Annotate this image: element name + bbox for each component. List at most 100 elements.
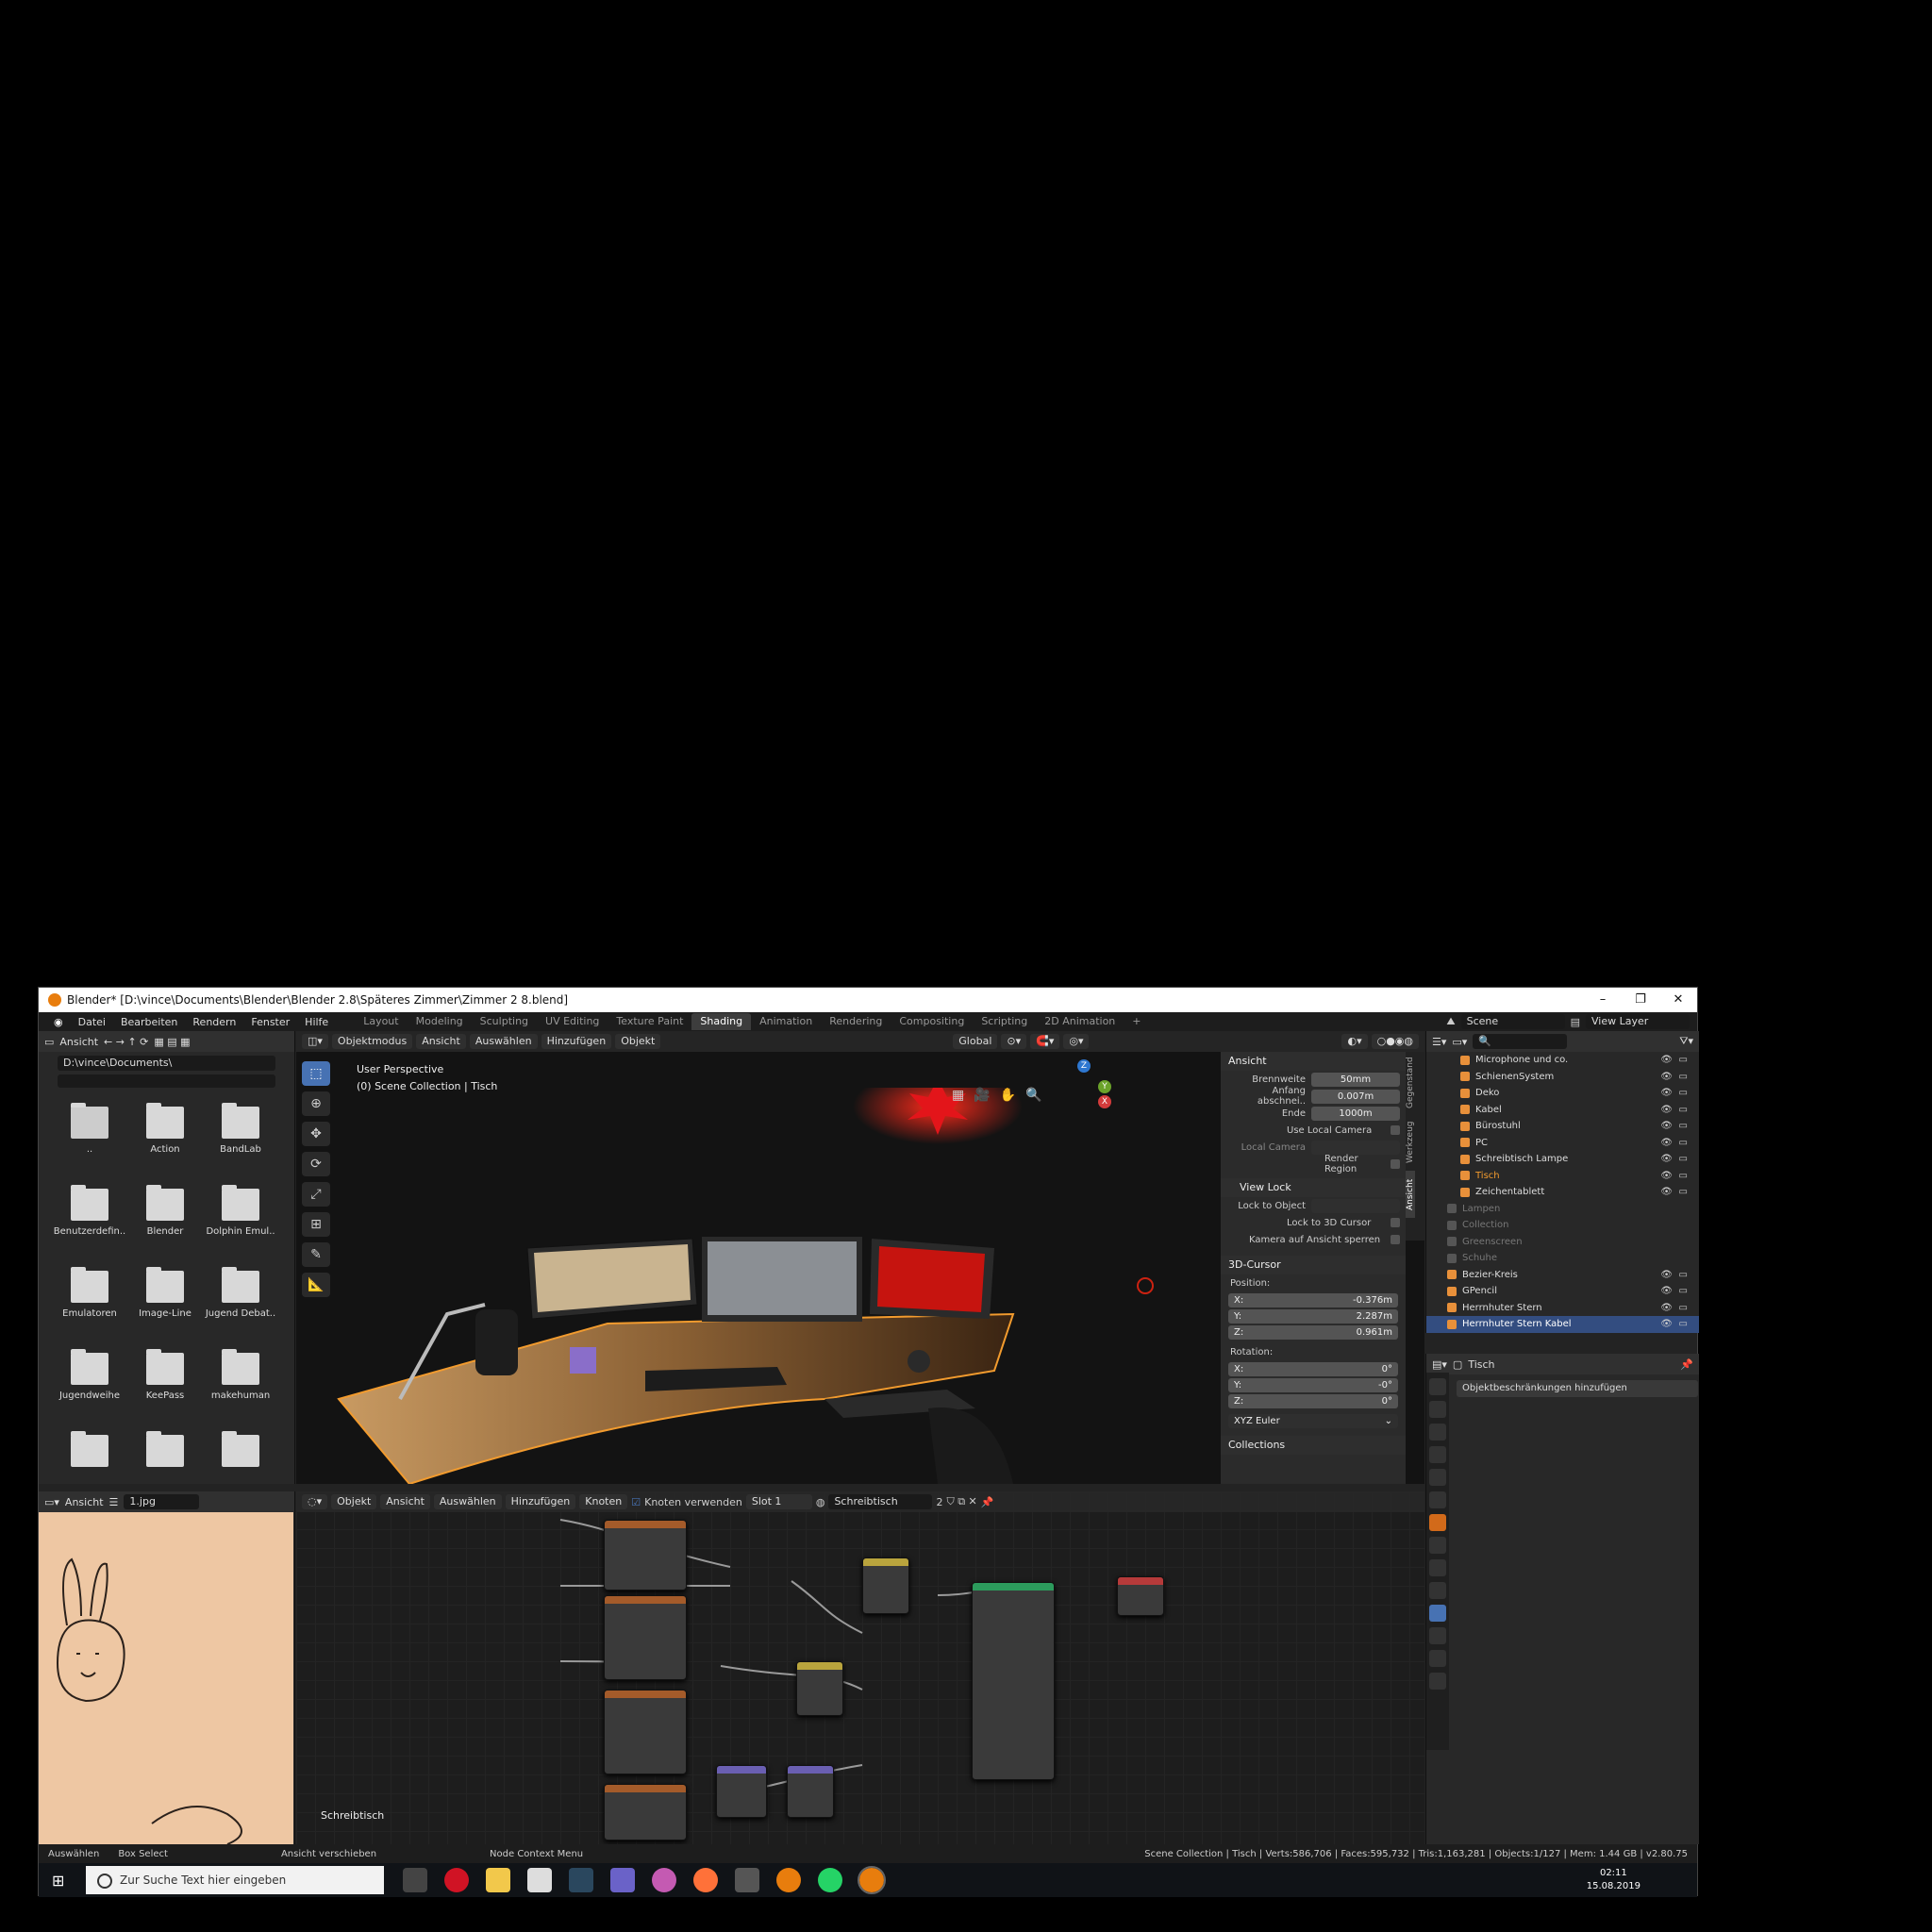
particles-tab-icon[interactable] xyxy=(1429,1559,1446,1576)
folder-makehuman[interactable]: makehuman xyxy=(203,1349,278,1416)
visibility-eye-icon[interactable]: 👁 xyxy=(1660,1055,1673,1065)
steam-icon[interactable] xyxy=(569,1868,593,1892)
firefox-icon[interactable] xyxy=(693,1868,718,1892)
image-texture-node-2[interactable] xyxy=(604,1595,687,1680)
annotate-tool-icon[interactable]: ✎ xyxy=(302,1242,330,1267)
zoom-icon[interactable]: 🔍 xyxy=(1025,1088,1041,1103)
clip-end-field[interactable]: 1000m xyxy=(1311,1106,1400,1121)
use-local-camera-checkbox[interactable] xyxy=(1391,1125,1400,1135)
visibility-eye-icon[interactable]: 👁 xyxy=(1660,1286,1673,1296)
outliner-row[interactable]: Bezier-Kreis 👁 ▭ xyxy=(1426,1267,1699,1284)
select-menu[interactable]: Auswählen xyxy=(469,1034,538,1049)
menu-fenster[interactable]: Fenster xyxy=(243,1016,297,1028)
snap-icon[interactable]: 🧲▾ xyxy=(1030,1034,1060,1049)
overlays-icon[interactable]: ◐▾ xyxy=(1341,1034,1368,1049)
blender-menu-icon[interactable]: ◉ xyxy=(46,1016,71,1028)
node-view-menu[interactable]: Ansicht xyxy=(380,1494,430,1509)
folder-jugend-debat[interactable]: Jugend Debat.. xyxy=(203,1267,278,1334)
material-users-count[interactable]: 2 xyxy=(936,1496,942,1508)
mix-rgb-node-2[interactable] xyxy=(796,1661,843,1716)
visibility-eye-icon[interactable]: 👁 xyxy=(1660,1088,1673,1098)
visibility-eye-icon[interactable]: 👁 xyxy=(1660,1171,1673,1181)
whatsapp-icon[interactable] xyxy=(818,1868,842,1892)
gizmo-x-axis[interactable]: X xyxy=(1098,1095,1111,1108)
folder-dolphin[interactable]: Dolphin Emul.. xyxy=(203,1185,278,1252)
visibility-eye-icon[interactable]: 👁 xyxy=(1660,1303,1673,1313)
visibility-eye-icon[interactable]: 👁 xyxy=(1660,1319,1673,1329)
gizmo-y-axis[interactable]: Y xyxy=(1098,1080,1111,1093)
texture-image[interactable] xyxy=(39,1512,293,1844)
3d-viewport[interactable]: ◫▾ Objektmodus Ansicht Auswählen Hinzufü… xyxy=(296,1031,1424,1484)
filter-icon[interactable]: ⛛▾ xyxy=(1679,1035,1693,1048)
blender-taskbar-icon[interactable] xyxy=(776,1868,801,1892)
object-tab-icon[interactable] xyxy=(1429,1514,1446,1531)
render-monitor-icon[interactable]: ▭ xyxy=(1679,1055,1688,1065)
folder-more-1[interactable] xyxy=(52,1431,127,1498)
mix-rgb-node[interactable] xyxy=(862,1557,909,1614)
outliner-editor-icon[interactable]: ☰▾ xyxy=(1432,1036,1446,1048)
folder-jugendweihe[interactable]: Jugendweihe xyxy=(52,1349,127,1416)
minimize-button[interactable]: – xyxy=(1584,988,1622,1012)
outliner-search-input[interactable]: 🔍 xyxy=(1473,1034,1568,1049)
add-constraint-dropdown[interactable]: Objektbeschränkungen hinzufügen xyxy=(1457,1380,1698,1397)
tab-shading[interactable]: Shading xyxy=(691,1013,752,1030)
node-editor-type-icon[interactable]: ◌▾ xyxy=(302,1494,328,1509)
display-mode-icon[interactable]: ▦ ▤ ▦ xyxy=(154,1036,190,1048)
file-view-menu[interactable]: Ansicht xyxy=(59,1036,98,1048)
opera-icon[interactable] xyxy=(444,1868,469,1892)
blender-active-icon[interactable] xyxy=(858,1866,886,1894)
physics-tab-icon[interactable] xyxy=(1429,1582,1446,1599)
pin-material-icon[interactable]: 📌 xyxy=(981,1496,994,1508)
windows-start-icon[interactable]: ⊞ xyxy=(52,1872,64,1890)
mode-dropdown[interactable]: Objektmodus xyxy=(331,1034,413,1049)
use-nodes-checkbox[interactable]: ☑ xyxy=(631,1496,641,1508)
visibility-eye-icon[interactable]: 👁 xyxy=(1660,1121,1673,1131)
menu-rendern[interactable]: Rendern xyxy=(185,1016,243,1028)
outliner-row[interactable]: Microphone und co. 👁 ▭ xyxy=(1426,1052,1699,1069)
outliner-row[interactable]: Herrnhuter Stern 👁 ▭ xyxy=(1426,1300,1699,1317)
3d-cursor-header[interactable]: 3D-Cursor xyxy=(1221,1256,1406,1274)
outliner-row[interactable]: Schuhe xyxy=(1426,1250,1699,1267)
outliner-row[interactable]: Zeichentablett 👁 ▭ xyxy=(1426,1184,1699,1201)
rotation-mode-dropdown[interactable]: XYZ Euler ⌄ xyxy=(1228,1414,1398,1428)
collections-header[interactable]: Collections xyxy=(1221,1436,1406,1455)
shading-modes-icon[interactable]: ○●◉◍ xyxy=(1371,1034,1419,1049)
object-menu[interactable]: Objekt xyxy=(615,1034,661,1049)
modifier-tab-icon[interactable] xyxy=(1429,1537,1446,1554)
file-explorer-icon[interactable] xyxy=(486,1868,510,1892)
tab-layout[interactable]: Layout xyxy=(355,1013,407,1030)
tab-2d-animation[interactable]: 2D Animation xyxy=(1036,1013,1124,1030)
image-editor-view-menu[interactable]: Ansicht xyxy=(65,1496,104,1508)
folder-parent[interactable]: .. xyxy=(52,1103,127,1170)
editor-type-icon[interactable]: ▭ xyxy=(44,1036,54,1048)
world-tab-icon[interactable] xyxy=(1429,1491,1446,1508)
render-region-checkbox[interactable] xyxy=(1391,1159,1400,1169)
menu-hilfe[interactable]: Hilfe xyxy=(297,1016,336,1028)
render-monitor-icon[interactable]: ▭ xyxy=(1679,1088,1688,1098)
transform-tool-icon[interactable]: ⊞ xyxy=(302,1212,330,1237)
outliner-row[interactable]: Tisch 👁 ▭ xyxy=(1426,1168,1699,1185)
render-monitor-icon[interactable]: ▭ xyxy=(1679,1270,1688,1280)
hamburger-icon[interactable]: ☰ xyxy=(109,1496,119,1508)
node-add-menu[interactable]: Hinzufügen xyxy=(505,1494,576,1509)
bump-node[interactable] xyxy=(787,1765,834,1818)
constraints-tab-icon[interactable] xyxy=(1429,1605,1446,1622)
shader-node-editor[interactable]: ◌▾ Objekt Ansicht Auswählen Hinzufügen K… xyxy=(296,1491,1424,1844)
pan-hand-icon[interactable]: ✋ xyxy=(1000,1088,1016,1103)
directory-path-field[interactable]: D:\vince\Documents\ xyxy=(58,1056,275,1071)
cursor-z-field[interactable]: Z: 0.961m xyxy=(1228,1325,1398,1340)
camera-to-view-checkbox[interactable] xyxy=(1391,1235,1400,1244)
lock-to-cursor-checkbox[interactable] xyxy=(1391,1218,1400,1227)
tool-tab-icon[interactable] xyxy=(1429,1378,1446,1395)
render-monitor-icon[interactable]: ▭ xyxy=(1679,1105,1688,1115)
grid-view-icon[interactable]: ▦ xyxy=(952,1088,964,1103)
tab-scripting[interactable]: Scripting xyxy=(973,1013,1036,1030)
output-tab-icon[interactable] xyxy=(1429,1424,1446,1441)
folder-blender[interactable]: Blender xyxy=(127,1185,203,1252)
app-icon-2[interactable] xyxy=(652,1868,676,1892)
render-monitor-icon[interactable]: ▭ xyxy=(1679,1187,1688,1197)
render-monitor-icon[interactable]: ▭ xyxy=(1679,1072,1688,1082)
visibility-eye-icon[interactable]: 👁 xyxy=(1660,1105,1673,1115)
scene-tab-icon[interactable] xyxy=(1429,1469,1446,1486)
pivot-icon[interactable]: ⊙▾ xyxy=(1001,1034,1027,1049)
